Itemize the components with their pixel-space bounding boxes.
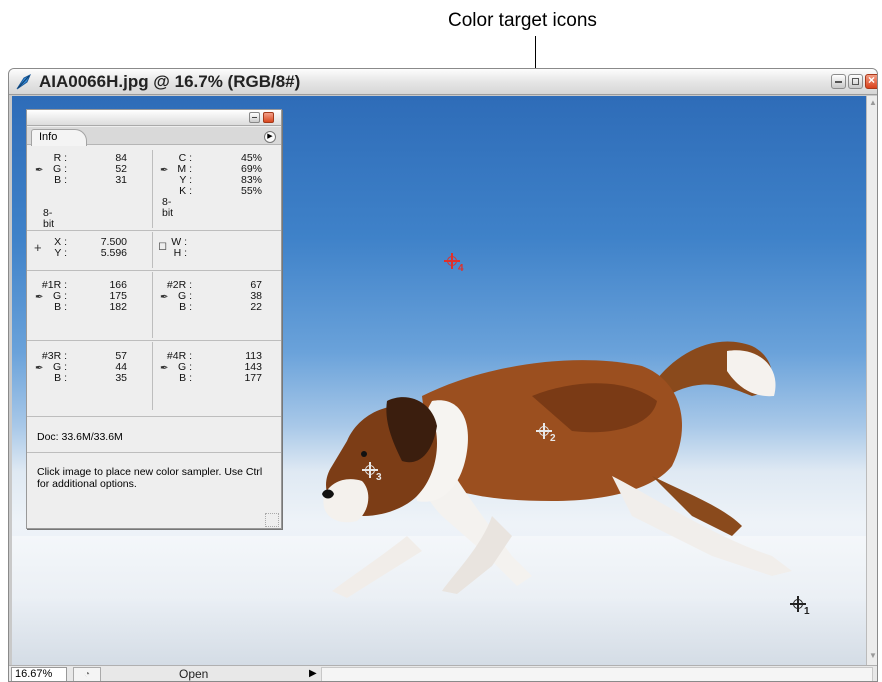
status-menu-arrow-icon[interactable]: ▶: [309, 668, 317, 679]
divider: [152, 272, 153, 338]
tab-info[interactable]: Info: [31, 129, 87, 146]
sampler-b-value: 182: [109, 301, 127, 313]
sampler-crosshair-v: [797, 596, 799, 612]
k-value: 55%: [240, 185, 262, 197]
sampler-b-label: B :: [179, 372, 192, 384]
palette-menu-icon[interactable]: ▶: [264, 131, 276, 143]
status-text: Open: [179, 667, 209, 681]
scroll-up-icon[interactable]: ▲: [868, 98, 877, 110]
window-title: AIA0066H.jpg @ 16.7% (RGB/8#): [39, 72, 301, 91]
scroll-down-icon[interactable]: ▼: [868, 651, 877, 663]
document-size: Doc: 33.6M/33.6M: [37, 431, 123, 443]
divider: [152, 150, 153, 228]
divider: [27, 230, 281, 231]
sampler-crosshair-v: [369, 462, 371, 478]
resize-grip-icon[interactable]: [265, 513, 279, 527]
help-text: Click image to place new color sampler. …: [37, 466, 263, 490]
horizontal-scrollbar[interactable]: [321, 667, 873, 681]
y-label: Y :: [54, 247, 67, 259]
divider: [27, 270, 281, 271]
status-info-icon[interactable]: ◔: [73, 667, 101, 681]
minimize-icon: [835, 81, 842, 83]
zoom-field[interactable]: 16.67%: [11, 667, 67, 681]
sampler-1-number: 1: [804, 606, 810, 617]
color-sampler-2-icon[interactable]: 2: [536, 423, 556, 444]
sampler-4-number: 4: [458, 263, 464, 274]
cmyk-bit-depth: 8-bit: [162, 196, 174, 219]
sampler-b-label: B :: [179, 301, 192, 313]
minimize-button[interactable]: [831, 74, 846, 89]
close-icon: ×: [868, 73, 876, 87]
callout-label: Color target icons: [448, 10, 597, 31]
y-value: 5.596: [100, 247, 127, 259]
divider: [27, 452, 281, 453]
sampler-b-label: B :: [54, 301, 67, 313]
palette-close-button[interactable]: [263, 112, 274, 123]
palette-title-bar[interactable]: [27, 110, 281, 126]
photoshop-feather-icon: [16, 73, 31, 90]
maximize-button[interactable]: [848, 74, 863, 89]
divider: [152, 342, 153, 410]
h-label: H :: [173, 247, 187, 259]
maximize-icon: [852, 78, 859, 85]
status-bar: 16.67% ◔ Open ▶: [9, 665, 877, 681]
document-window: AIA0066H.jpg @ 16.7% (RGB/8#) × 1 2 3 4 …: [8, 68, 878, 682]
sampler-crosshair-v: [543, 423, 545, 439]
sampler-3-number: 3: [376, 472, 382, 483]
sampler-b-label: B :: [54, 372, 67, 384]
sampler-b-value: 22: [250, 301, 262, 313]
b-value: 31: [115, 174, 127, 186]
sampler-b-value: 177: [244, 372, 262, 384]
vertical-scrollbar[interactable]: ▲ ▼: [866, 96, 877, 665]
rgb-bit-depth: 8-bit: [43, 207, 55, 230]
color-sampler-4-icon[interactable]: 4: [444, 253, 464, 274]
palette-tab-strip: Info ▶: [27, 127, 281, 146]
palette-minimize-button[interactable]: [249, 112, 260, 123]
divider: [152, 232, 153, 268]
divider: [27, 416, 281, 417]
color-sampler-1-icon[interactable]: 1: [790, 596, 810, 617]
sampler-b-value: 35: [115, 372, 127, 384]
divider: [27, 340, 281, 341]
minimize-icon: [252, 117, 257, 118]
close-button[interactable]: ×: [865, 73, 877, 89]
color-sampler-3-icon[interactable]: 3: [362, 462, 382, 483]
sampler-2-number: 2: [550, 433, 556, 444]
b-label: B :: [54, 174, 67, 186]
title-bar[interactable]: AIA0066H.jpg @ 16.7% (RGB/8#) ×: [9, 69, 877, 95]
info-palette: Info ▶ R : 84 ✒ G : 52 B : 31 8-bit C : …: [26, 109, 282, 529]
sampler-crosshair-v: [451, 253, 453, 269]
